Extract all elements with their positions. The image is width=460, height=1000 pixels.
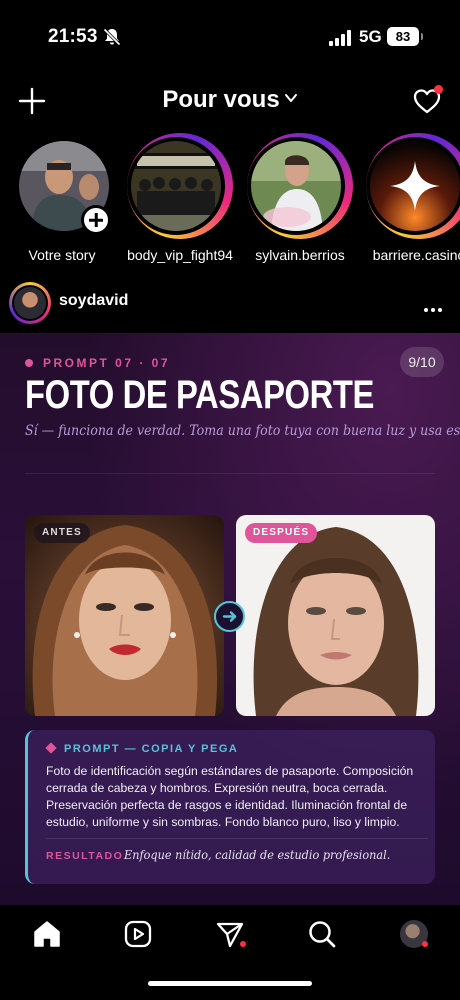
arrow-right-icon [214, 601, 245, 632]
app-header: Pour vous [0, 76, 460, 126]
stories-tray: Votre story body_vip_fight94 sylvain.ber… [0, 133, 460, 268]
story-name: sylvain.berrios [255, 247, 345, 263]
before-photo: ANTES [25, 515, 224, 716]
post-image[interactable]: PROMPT 07 · 07 9/10 FOTO DE PASAPORTE Sí… [0, 333, 460, 905]
result-text: Enfoque nítido, calidad de estudio profe… [124, 847, 391, 862]
before-label: ANTES [34, 523, 90, 543]
feed-selector[interactable]: Pour vous [0, 86, 460, 114]
divider [46, 838, 428, 839]
post-author-avatar[interactable] [9, 282, 51, 324]
diamond-icon [45, 742, 57, 754]
status-time: 21:53 [48, 26, 98, 47]
home-icon[interactable] [32, 919, 62, 949]
add-story-button[interactable] [81, 205, 111, 235]
status-bar: 21:53 5G 83 [0, 0, 460, 72]
reels-icon[interactable] [123, 919, 153, 949]
story-avatar [251, 141, 341, 231]
home-indicator[interactable] [148, 981, 312, 986]
story-avatar [131, 141, 221, 231]
search-icon[interactable] [307, 919, 337, 949]
story-name: barriere.casino [372, 247, 460, 263]
battery-indicator: 83 [387, 27, 423, 46]
notification-dot [434, 85, 443, 94]
carousel-counter: 9/10 [400, 347, 444, 377]
divider [25, 473, 435, 474]
prompt-box: PROMPT — COPIA Y PEGA Foto de identifica… [25, 730, 435, 884]
cellular-signal-icon [329, 30, 351, 46]
post-header: soydavid [0, 280, 460, 328]
after-photo: DESPUÉS [236, 515, 435, 716]
post-subtitle: Sí — funciona de verdad. Toma una foto t… [25, 423, 460, 439]
notification-dot [422, 941, 428, 947]
story-name: Votre story [28, 247, 96, 263]
bell-muted-icon [103, 28, 121, 46]
post-headline: FOTO DE PASAPORTE [25, 373, 375, 417]
prompt-heading: PROMPT — COPIA Y PEGA [45, 742, 238, 755]
after-label: DESPUÉS [245, 523, 318, 543]
notification-dot [240, 941, 246, 947]
story-name: body_vip_fight94 [127, 247, 233, 263]
result-label: RESULTADO [46, 850, 124, 862]
post-username[interactable]: soydavid [59, 292, 128, 310]
tag-dot-icon [25, 359, 33, 367]
prompt-text: Foto de identificación según estándares … [46, 764, 414, 829]
prompt-tag: PROMPT 07 · 07 [25, 356, 170, 370]
chevron-down-icon [284, 94, 297, 102]
more-options-icon[interactable] [424, 299, 446, 312]
network-type: 5G [359, 27, 382, 46]
story-avatar [370, 141, 460, 231]
feed-title: Pour vous [162, 86, 280, 113]
